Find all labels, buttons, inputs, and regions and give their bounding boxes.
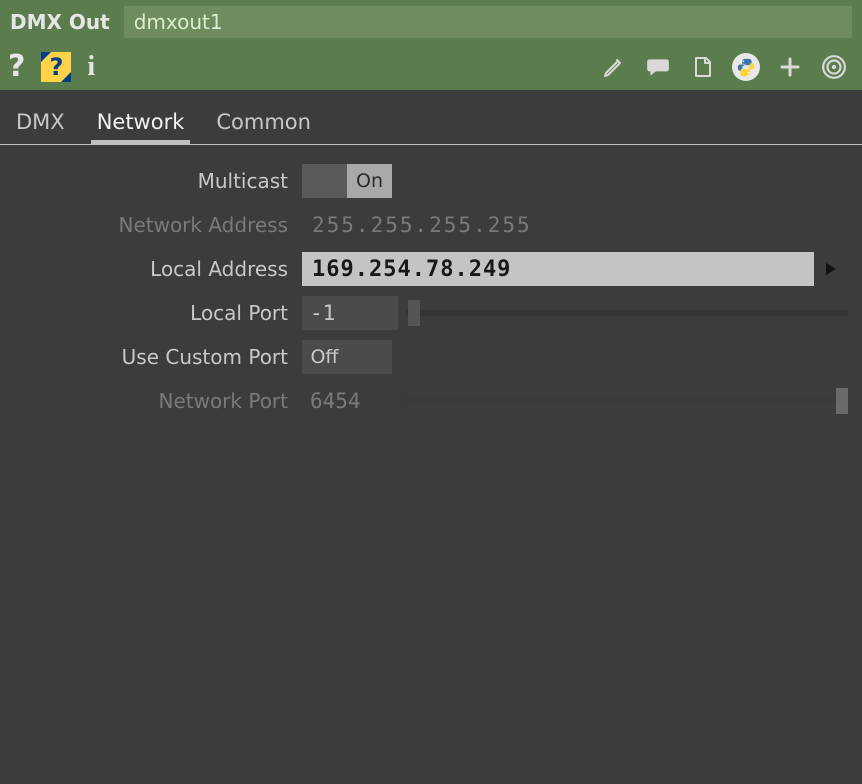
comment-icon[interactable] (644, 53, 672, 81)
label-local-port: Local Port (0, 301, 302, 325)
help-icon[interactable]: ? (8, 52, 25, 82)
value-network-port: 6454 (302, 384, 398, 418)
python-icon[interactable] (732, 53, 760, 81)
slider-thumb-local-port[interactable] (408, 300, 420, 326)
row-use-custom-port: Use Custom Port Off (0, 335, 862, 379)
row-local-port: Local Port -1 (0, 291, 862, 335)
row-network-address: Network Address 255.255.255.255 (0, 203, 862, 247)
row-multicast: Multicast On (0, 159, 862, 203)
tab-network[interactable]: Network (95, 104, 187, 144)
slider-local-port[interactable] (406, 310, 848, 316)
plus-icon[interactable] (776, 53, 804, 81)
row-local-address: Local Address 169.254.78.249 (0, 247, 862, 291)
tabs-bar: DMX Network Common (0, 90, 862, 145)
slider-network-port (406, 398, 848, 404)
target-icon[interactable] (820, 53, 848, 81)
label-use-custom-port: Use Custom Port (0, 345, 302, 369)
operator-type-label: DMX Out (10, 10, 110, 34)
help-wiki-icon[interactable]: ? (41, 52, 71, 82)
input-local-port[interactable]: -1 (302, 296, 398, 330)
operator-name-input[interactable]: dmxout1 (124, 6, 852, 38)
parameters-panel: Multicast On Network Address 255.255.255… (0, 145, 862, 784)
toggle-use-custom-port[interactable]: Off (302, 340, 392, 374)
row-network-port: Network Port 6454 (0, 379, 862, 423)
label-network-address: Network Address (0, 213, 302, 237)
info-icon: i (87, 53, 95, 81)
slider-thumb-network-port (836, 388, 848, 414)
toggle-multicast[interactable]: On (302, 164, 392, 198)
label-multicast: Multicast (0, 169, 302, 193)
input-local-address[interactable]: 169.254.78.249 (302, 252, 814, 286)
edit-icon[interactable] (600, 53, 628, 81)
header-toolbar: ? ? i (0, 44, 862, 90)
label-local-address: Local Address (0, 257, 302, 281)
header-title-row: DMX Out dmxout1 (0, 0, 862, 44)
notes-icon[interactable] (688, 53, 716, 81)
menu-arrow-local-address[interactable] (814, 252, 848, 286)
tab-common[interactable]: Common (214, 104, 313, 144)
value-network-address: 255.255.255.255 (302, 213, 532, 237)
tab-dmx[interactable]: DMX (14, 104, 67, 144)
label-network-port: Network Port (0, 389, 302, 413)
